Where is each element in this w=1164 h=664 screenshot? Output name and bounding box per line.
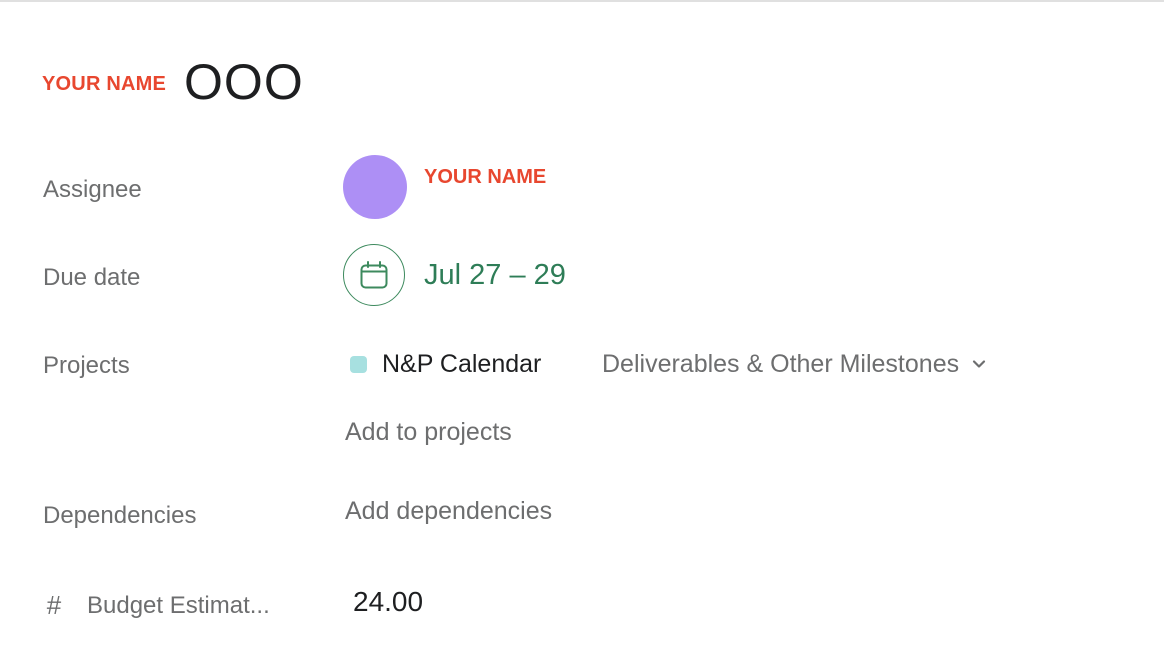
- assignee-name: YOUR NAME: [424, 166, 547, 188]
- budget-value[interactable]: 24.00: [353, 586, 423, 618]
- budget-label-text: Budget Estimat...: [87, 591, 270, 619]
- due-date-value[interactable]: Jul 27 – 29: [424, 259, 566, 292]
- chevron-down-icon: [969, 354, 989, 374]
- calendar-icon[interactable]: [343, 244, 405, 306]
- project-section-dropdown[interactable]: Deliverables & Other Milestones: [602, 348, 989, 380]
- add-dependencies-button[interactable]: Add dependencies: [345, 497, 552, 526]
- project-color-swatch: [350, 355, 367, 373]
- assignee-field[interactable]: YOUR NAME: [343, 155, 546, 219]
- dependencies-label: Dependencies: [43, 502, 197, 529]
- title-name-tag: YOUR NAME: [42, 72, 167, 95]
- project-item[interactable]: N&P Calendar: [350, 348, 541, 380]
- project-name[interactable]: N&P Calendar: [382, 350, 541, 379]
- task-title[interactable]: OOO: [184, 53, 304, 111]
- add-to-projects-button[interactable]: Add to projects: [345, 418, 512, 447]
- task-title-row: YOUR NAME OOO: [42, 52, 304, 112]
- projects-label: Projects: [43, 352, 130, 379]
- project-section-name: Deliverables & Other Milestones: [602, 349, 960, 378]
- hash-icon: #: [46, 590, 62, 620]
- top-divider: [0, 0, 1164, 2]
- budget-field-label: # Budget Estimat...: [43, 590, 270, 621]
- due-date-field[interactable]: Jul 27 – 29: [343, 244, 566, 306]
- due-date-label: Due date: [43, 264, 141, 291]
- avatar[interactable]: [343, 155, 407, 219]
- assignee-label: Assignee: [43, 176, 142, 203]
